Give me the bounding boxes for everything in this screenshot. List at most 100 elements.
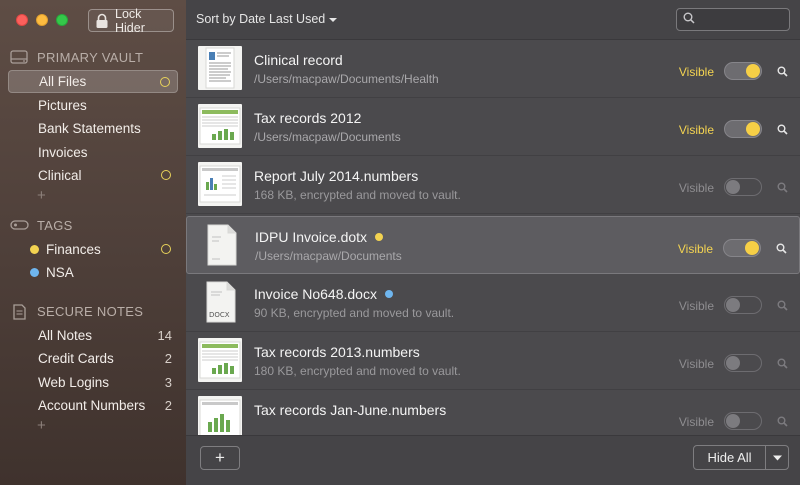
reveal-search-icon[interactable] bbox=[774, 413, 790, 429]
file-row-tax-records-2013[interactable]: Tax records 2013.numbers 180 KB, encrypt… bbox=[186, 332, 800, 390]
add-note-button[interactable]: + bbox=[37, 417, 46, 434]
file-row-invoice-no648[interactable]: DOCX Invoice No648.docx 90 KB, encrypted… bbox=[186, 274, 800, 332]
secure-notes-header: SECURE NOTES bbox=[10, 301, 143, 321]
file-list: Clinical record /Users/macpaw/Documents/… bbox=[186, 40, 800, 435]
sidebar-item-label: All Files bbox=[39, 74, 87, 89]
yellow-tag-dot-icon bbox=[375, 233, 384, 241]
tags-header: TAGS bbox=[10, 215, 73, 235]
file-row-tax-records-2012[interactable]: Tax records 2012 /Users/macpaw/Documents… bbox=[186, 98, 800, 156]
document-thumbnail bbox=[198, 46, 242, 90]
visibility-label: Visible bbox=[678, 299, 714, 313]
visibility-toggle[interactable] bbox=[724, 296, 762, 314]
file-name-text: IDPU Invoice.dotx bbox=[255, 229, 368, 245]
chevron-down-icon bbox=[329, 12, 338, 26]
search-input[interactable] bbox=[699, 12, 779, 27]
item-count: 14 bbox=[157, 328, 172, 343]
hide-all-menu-button[interactable] bbox=[766, 446, 788, 469]
secure-notes-title: SECURE NOTES bbox=[37, 303, 144, 319]
sidebar-tag-nsa[interactable]: NSA bbox=[8, 261, 178, 284]
file-status: 180 KB, encrypted and moved to vault. bbox=[254, 364, 461, 378]
reveal-search-icon[interactable] bbox=[774, 355, 790, 371]
file-row-clinical-record[interactable]: Clinical record /Users/macpaw/Documents/… bbox=[186, 40, 800, 98]
close-window-button[interactable] bbox=[16, 14, 28, 26]
sidebar-item-all-files[interactable]: All Files bbox=[8, 70, 178, 93]
sidebar-item-clinical[interactable]: Clinical bbox=[8, 164, 178, 187]
zoom-window-button[interactable] bbox=[56, 14, 68, 26]
hide-all-button[interactable]: Hide All bbox=[694, 446, 766, 469]
visibility-toggle[interactable] bbox=[724, 178, 762, 196]
spreadsheet-thumbnail bbox=[198, 338, 242, 382]
title-bar: Lock Hider bbox=[0, 0, 186, 38]
file-row-tax-records-jan-june[interactable]: Tax records Jan-June.numbers Visible bbox=[186, 390, 800, 435]
toggle-knob bbox=[726, 180, 740, 194]
sidebar-item-invoices[interactable]: Invoices bbox=[8, 141, 178, 164]
sidebar-item-web-logins[interactable]: Web Logins 3 bbox=[8, 371, 178, 394]
blue-tag-dot-icon bbox=[384, 290, 393, 298]
visibility-label: Visible bbox=[677, 242, 713, 256]
sidebar-item-label: Credit Cards bbox=[38, 351, 114, 366]
minimize-window-button[interactable] bbox=[36, 14, 48, 26]
sidebar: Lock Hider PRIMARY VAULT All Files Pictu… bbox=[0, 0, 186, 485]
toggle-knob bbox=[726, 356, 740, 370]
sidebar-item-account-numbers[interactable]: Account Numbers 2 bbox=[8, 394, 178, 417]
lock-hider-button[interactable]: Lock Hider bbox=[88, 7, 174, 35]
item-count: 2 bbox=[164, 351, 172, 366]
sidebar-item-bank-statements[interactable]: Bank Statements bbox=[8, 117, 178, 140]
file-name: Clinical record bbox=[254, 52, 343, 68]
reveal-search-icon[interactable] bbox=[773, 240, 789, 256]
sidebar-item-pictures[interactable]: Pictures bbox=[8, 94, 178, 117]
visibility-toggle[interactable] bbox=[724, 412, 762, 430]
visibility-toggle[interactable] bbox=[724, 62, 762, 80]
item-count: 2 bbox=[164, 398, 172, 413]
chart-thumbnail bbox=[198, 396, 242, 435]
visibility-toggle[interactable] bbox=[724, 120, 762, 138]
spreadsheet-thumbnail bbox=[198, 104, 242, 148]
toggle-knob bbox=[726, 298, 740, 312]
sidebar-item-label: Pictures bbox=[38, 98, 87, 113]
blank-document-thumbnail bbox=[199, 223, 243, 267]
reveal-search-icon[interactable] bbox=[774, 121, 790, 137]
tag-icon bbox=[10, 218, 29, 232]
sidebar-item-label: Bank Statements bbox=[38, 121, 141, 136]
file-name: IDPU Invoice.dotx bbox=[255, 229, 384, 245]
chart-thumbnail bbox=[198, 162, 242, 206]
sidebar-item-credit-cards[interactable]: Credit Cards 2 bbox=[8, 347, 178, 370]
file-name-text: Report July 2014.numbers bbox=[254, 168, 419, 184]
sidebar-item-label: Web Logins bbox=[38, 375, 110, 390]
reveal-search-icon[interactable] bbox=[774, 179, 790, 195]
docx-thumbnail: DOCX bbox=[198, 280, 242, 324]
toggle-knob bbox=[746, 122, 760, 136]
add-folder-button[interactable]: + bbox=[37, 187, 46, 204]
note-icon bbox=[10, 304, 29, 320]
toggle-knob bbox=[746, 64, 760, 78]
lock-icon bbox=[95, 13, 109, 29]
search-icon bbox=[683, 11, 695, 29]
sidebar-tag-finances[interactable]: Finances bbox=[8, 238, 178, 261]
search-field[interactable] bbox=[676, 8, 790, 31]
visibility-label: Visible bbox=[678, 123, 714, 137]
file-path: /Users/macpaw/Documents bbox=[254, 130, 401, 144]
toggle-knob bbox=[726, 414, 740, 428]
add-file-button[interactable]: + bbox=[200, 446, 240, 470]
visibility-toggle[interactable] bbox=[723, 239, 761, 257]
tags-title: TAGS bbox=[37, 217, 73, 233]
file-list-panel: Sort by Date Last Used Clinical record /… bbox=[186, 0, 800, 485]
file-name: Tax records 2012 bbox=[254, 110, 361, 126]
sidebar-item-label: Clinical bbox=[38, 168, 82, 183]
file-name: Tax records 2013.numbers bbox=[254, 344, 420, 360]
file-row-report-july-2014[interactable]: Report July 2014.numbers 168 KB, encrypt… bbox=[186, 156, 800, 214]
file-name-text: Tax records 2013.numbers bbox=[254, 344, 420, 360]
reveal-search-icon[interactable] bbox=[774, 63, 790, 79]
docx-label: DOCX bbox=[209, 311, 230, 319]
bottom-bar: + Hide All bbox=[186, 435, 800, 485]
reveal-search-icon[interactable] bbox=[774, 297, 790, 313]
file-row-idpu-invoice[interactable]: IDPU Invoice.dotx /Users/macpaw/Document… bbox=[186, 216, 800, 274]
sidebar-item-all-notes[interactable]: All Notes 14 bbox=[8, 324, 178, 347]
visibility-label: Visible bbox=[678, 65, 714, 79]
tag-marker-icon bbox=[161, 244, 171, 254]
sort-dropdown[interactable]: Sort by Date Last Used bbox=[196, 12, 338, 26]
sidebar-item-label: Account Numbers bbox=[38, 398, 146, 413]
visibility-toggle[interactable] bbox=[724, 354, 762, 372]
primary-vault-header: PRIMARY VAULT bbox=[10, 47, 143, 67]
primary-vault-title: PRIMARY VAULT bbox=[37, 49, 144, 65]
